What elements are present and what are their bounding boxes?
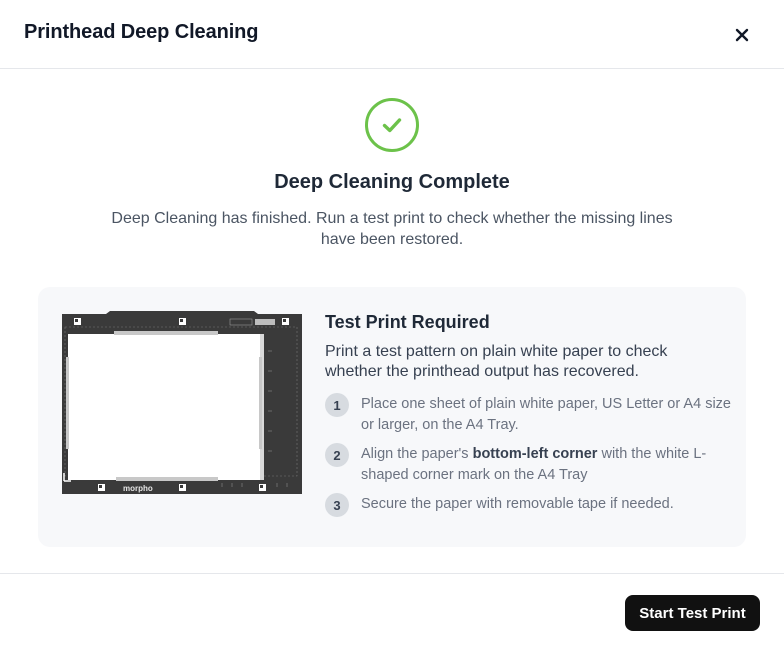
step-number-badge: 2 [325,443,349,467]
start-test-print-button[interactable]: Start Test Print [625,595,760,631]
step-number-badge: 1 [325,393,349,417]
close-icon [735,28,749,42]
print-tray-illustration: morpho [62,311,302,494]
step-text: Align the paper's bottom-left corner wit… [361,444,731,486]
card-intro: Print a test pattern on plain white pape… [325,343,668,380]
dialog-header: Printhead Deep Cleaning [0,0,784,69]
close-button[interactable] [728,21,756,49]
test-print-card: morpho Test Print Required Print a test … [38,287,746,547]
step-text: Place one sheet of plain white paper, US… [361,396,731,433]
dialog-title: Printhead Deep Cleaning [24,21,259,43]
step-number-badge: 3 [325,493,349,517]
check-circle-icon [365,98,419,152]
card-title: Test Print Required [325,312,490,332]
footer-divider [0,573,784,574]
step-text: Secure the paper with removable tape if … [361,496,674,512]
tray-brand-label: morpho [123,484,153,493]
status-description: Deep Cleaning has finished. Run a test p… [111,210,673,248]
step-text-emphasis: bottom-left corner [472,446,598,462]
status-heading: Deep Cleaning Complete [274,171,510,193]
step-text-part: Align the paper's [361,446,473,462]
